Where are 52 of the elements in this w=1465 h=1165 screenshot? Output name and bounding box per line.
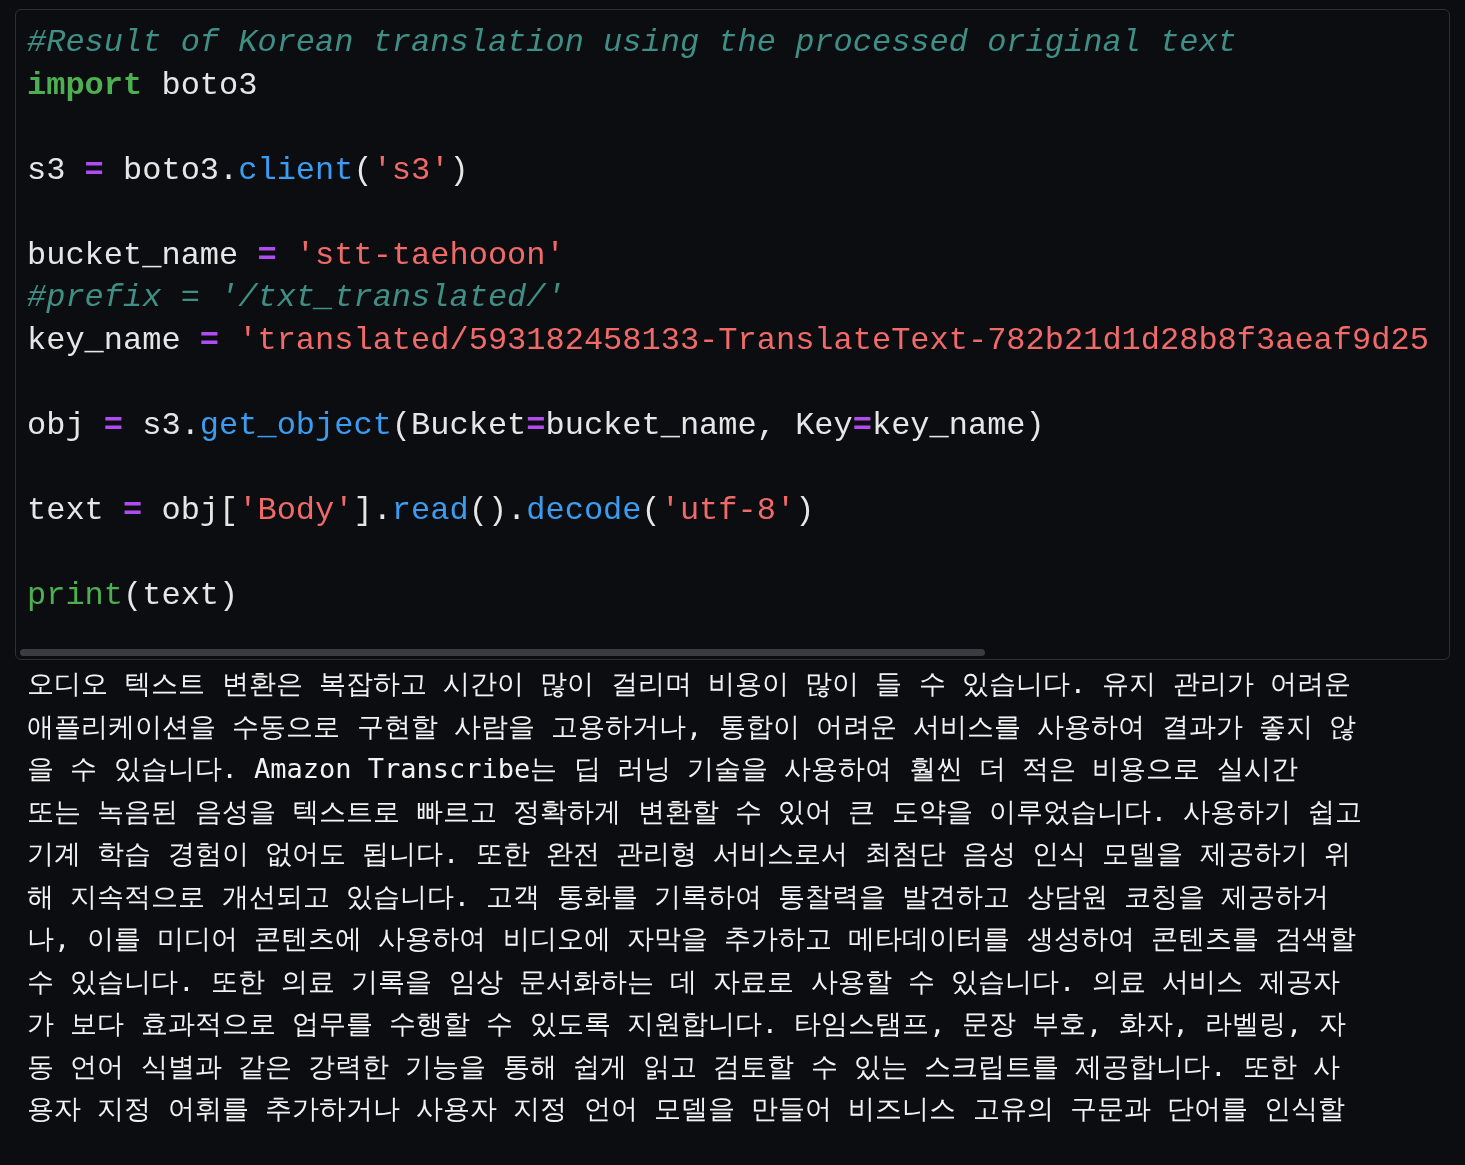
code-token: (text): [123, 576, 239, 614]
code-token: boto3: [160, 66, 258, 104]
code-token: #Result of Korean translation using the processed original text: [27, 24, 1237, 61]
code-token: =: [852, 406, 872, 444]
code-token: =: [199, 321, 220, 359]
code-token: 'stt-taehooon': [294, 236, 565, 274]
output-text-line: 동 언어 식별과 같은 강력한 기능을 통해 쉽게 읽고 검토할 수 있는 스크립트를 제공합니다. 또한 사: [27, 1049, 1341, 1084]
code-token: =: [84, 151, 104, 189]
code-token: (: [353, 151, 373, 189]
code-token: =: [257, 236, 277, 274]
code-token: get_object: [199, 406, 392, 444]
code-token: bucket_name: [27, 236, 240, 274]
output-text-line: 애플리케이션을 수동으로 구현할 사람을 고용하거나, 통합이 어려운 서비스를 사용하여 결과가 좋지 않: [27, 709, 1357, 744]
code-token: s3: [27, 151, 67, 189]
code-token: =: [123, 491, 143, 529]
code-token: import: [27, 66, 143, 104]
code-token: obj: [27, 406, 86, 444]
code-token: print: [27, 576, 123, 614]
output-text-line: 기계 학습 경험이 없어도 됩니다. 또한 완전 관리형 서비스로서 최첨단 음성 인식 모델을 제공하기 위: [27, 837, 1351, 871]
output-text-line: 가 보다 효과적으로 업무를 수행할 수 있도록 지원합니다. 타임스탬프, 문장 부호, 화자, 라벨링, 자: [27, 1007, 1346, 1041]
code-token: boto3.: [122, 151, 239, 189]
code-token: s3.: [141, 406, 200, 444]
code-token: ().: [468, 491, 527, 529]
code-token: decode: [526, 491, 642, 529]
output-text-line: 해 지속적으로 개선되고 있습니다. 고객 통화를 기록하여 통찰력을 발견하고 상담원 코칭을 제공하거: [27, 879, 1330, 914]
output-text-line: 용자 지정 어휘를 추가하거나 사용자 지정 언어 모델을 만들어 비즈니스 고유의 구문과 단어를 인식할: [27, 1092, 1346, 1126]
output-text-line: 또는 녹음된 음성을 텍스트로 빠르고 정확하게 변환할 수 있어 큰 도약을 이루었습니다. 사용하기 쉽고: [27, 794, 1362, 829]
code-token: read: [391, 491, 469, 529]
code-token: ): [449, 151, 469, 189]
code-token: 'translated/593182458133-TranslateText-782b21d1d28b8f3aeaf9d25: [237, 321, 1429, 359]
output-text-line: 나, 이를 미디어 콘텐츠에 사용하여 비디오에 자막을 추가하고 메타데이터를 생성하여 콘텐츠를 검색할: [27, 922, 1357, 956]
code-token: (: [641, 491, 661, 529]
code-token: =: [526, 406, 546, 444]
code-token: #prefix = '/txt_translated/': [27, 279, 565, 316]
code-token: ): [795, 491, 815, 529]
code-token: bucket_name, Key: [545, 406, 853, 444]
code-token: text: [27, 491, 105, 529]
output-text-line: 을 수 있습니다. Amazon Transcribe는 딥 러닝 기술을 사용하여 훨씬 더 적은 비용으로 실시간: [27, 752, 1298, 786]
code-token: key_name: [27, 321, 182, 359]
code-token: 'Body': [238, 491, 354, 529]
code-token: client: [238, 151, 354, 189]
code-token: 'utf-8': [660, 491, 796, 529]
output-text-line: 수 있습니다. 또한 의료 기록을 임상 문서화하는 데 자료로 사용할 수 있습니다. 의료 서비스 제공자: [27, 964, 1341, 999]
code-token: obj[: [160, 491, 239, 529]
code-token: ].: [353, 491, 392, 529]
code-token: key_name): [871, 406, 1045, 444]
code-token: (Bucket: [391, 406, 527, 444]
code-token: =: [103, 406, 123, 444]
scrollbar-thumb[interactable]: [20, 648, 985, 656]
code-cell[interactable]: [15, 9, 1450, 660]
output-text-line: 오디오 텍스트 변환은 복잡하고 시간이 많이 걸리며 비용이 많이 들 수 있습니다. 유지 관리가 어려운: [27, 667, 1351, 701]
code-token: 's3': [372, 151, 450, 189]
